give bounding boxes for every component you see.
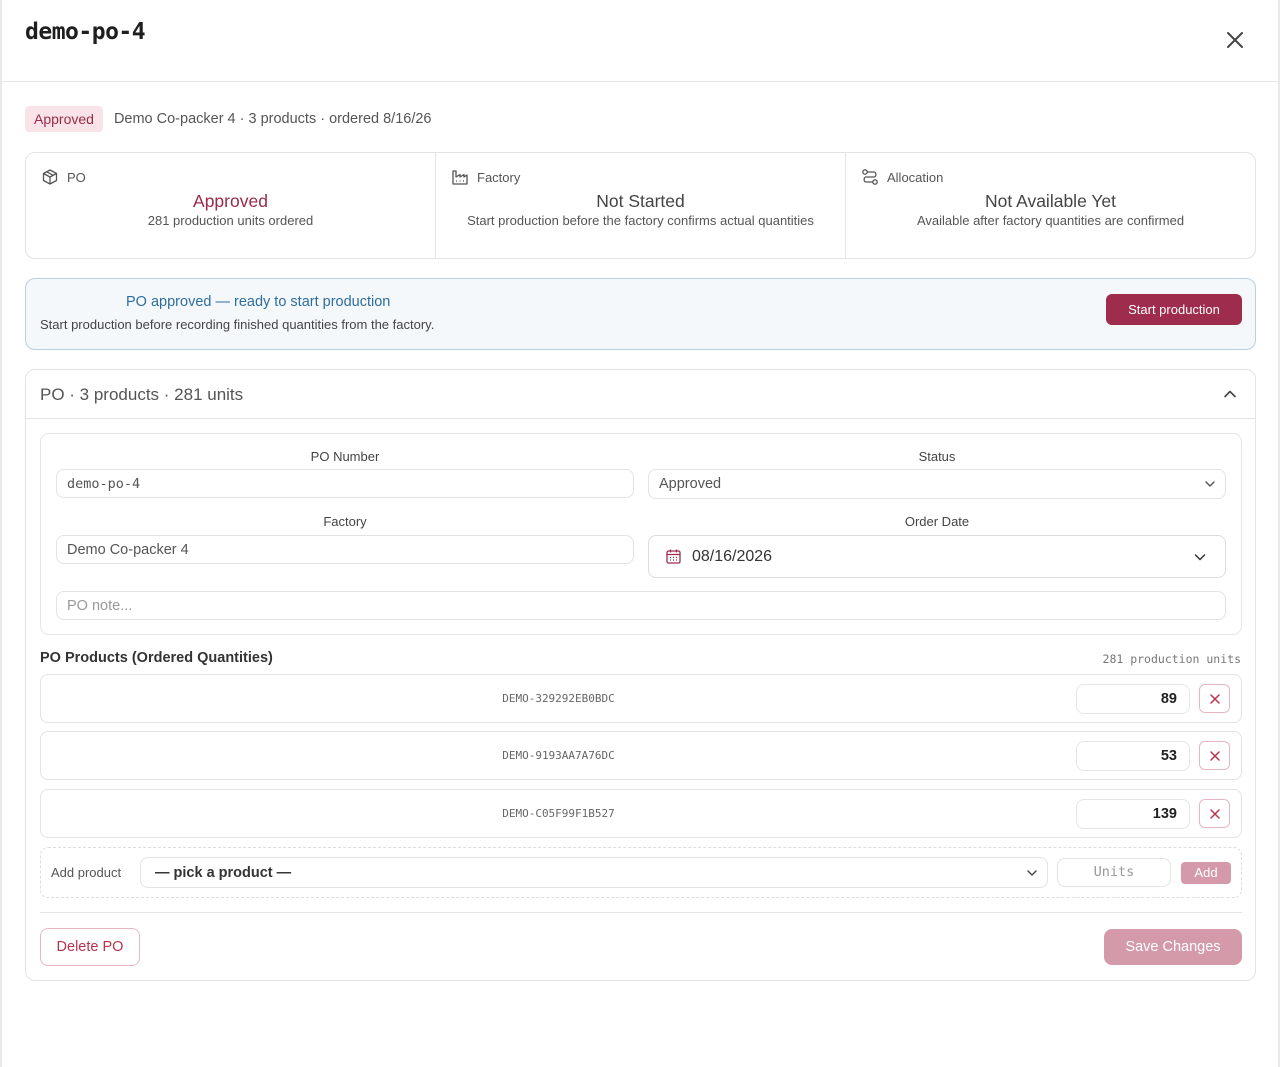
page-title: demo-po-4	[25, 19, 146, 45]
order-date-picker[interactable]: 08/16/2026	[648, 535, 1226, 578]
po-summary: Approved Demo Co-packer 4 · 3 products ·…	[25, 106, 432, 132]
card-description: Available after factory quantities are c…	[916, 213, 1185, 228]
package-icon	[42, 169, 58, 185]
po-note-input[interactable]: PO note...	[56, 591, 1226, 620]
card-label: Allocation	[887, 169, 944, 185]
modal-left-edge	[0, 0, 2, 1067]
close-icon	[1227, 32, 1243, 48]
banner-title: PO approved — ready to start production	[126, 294, 391, 310]
po-section: PO · 3 products · 281 units PO Number de…	[25, 369, 1256, 981]
quantity-input[interactable]: 53	[1076, 741, 1190, 771]
status-badge: Approved	[25, 106, 103, 132]
add-product-row: Add product — pick a product — Units Add	[40, 847, 1242, 898]
status-cards: PO Approved 281 production units ordered…	[25, 152, 1256, 259]
quantity-input[interactable]: 89	[1076, 684, 1190, 714]
factory-input[interactable]: Demo Co-packer 4	[56, 535, 634, 564]
status-select[interactable]: Approved	[648, 469, 1226, 499]
card-status: Not Started	[596, 191, 685, 211]
quantity-input[interactable]: 139	[1076, 799, 1190, 829]
card-label: PO	[67, 169, 86, 185]
calendar-icon	[666, 549, 681, 564]
factory-card: Factory Not Started Start production bef…	[435, 153, 845, 258]
save-changes-button[interactable]: Save Changes	[1104, 929, 1242, 965]
status-label: Status	[918, 449, 956, 464]
order-date-value: 08/16/2026	[692, 547, 773, 565]
remove-product-button[interactable]	[1199, 741, 1230, 770]
factory-icon	[452, 170, 468, 185]
chevron-up-icon[interactable]	[1223, 387, 1237, 401]
chevron-down-icon	[1205, 481, 1215, 487]
product-sku: DEMO-9193AA7A76DC	[502, 749, 615, 762]
factory-value: Demo Co-packer 4	[67, 541, 189, 558]
po-card: PO Approved 281 production units ordered	[26, 153, 435, 258]
status-value: Approved	[659, 476, 722, 492]
close-icon	[1209, 808, 1220, 819]
product-sku: DEMO-329292EB0BDC	[502, 692, 615, 705]
products-title: PO Products (Ordered Quantities)	[40, 650, 273, 666]
remove-product-button[interactable]	[1199, 684, 1230, 713]
card-description: Start production before the factory conf…	[467, 213, 814, 228]
products-total: 281 production units	[1102, 652, 1241, 666]
modal-header: demo-po-4	[2, 0, 1278, 82]
remove-product-button[interactable]	[1199, 799, 1230, 828]
product-row: DEMO-9193AA7A76DC 53	[40, 731, 1242, 780]
po-form: PO Number demo-po-4 Status Approved Fact…	[40, 433, 1242, 635]
add-product-button[interactable]: Add	[1181, 862, 1231, 884]
product-row: DEMO-329292EB0BDC 89	[40, 674, 1242, 723]
card-description: 281 production units ordered	[147, 213, 314, 228]
chevron-down-icon	[1194, 553, 1206, 560]
banner-subtitle: Start production before recording finish…	[40, 317, 435, 332]
product-select[interactable]: — pick a product —	[140, 857, 1048, 888]
allocation-card: Allocation Not Available Yet Available a…	[845, 153, 1255, 258]
start-production-button[interactable]: Start production	[1106, 294, 1242, 325]
summary-text: Demo Co-packer 4 · 3 products · ordered …	[113, 111, 432, 127]
card-status: Approved	[193, 191, 268, 211]
product-row: DEMO-C05F99F1B527 139	[40, 789, 1242, 838]
product-select-value: — pick a product —	[155, 864, 292, 881]
production-banner: PO approved — ready to start production …	[25, 278, 1256, 350]
units-input[interactable]: Units	[1057, 858, 1171, 887]
close-button[interactable]	[1224, 29, 1246, 51]
product-sku: DEMO-C05F99F1B527	[502, 807, 615, 820]
allocation-icon	[862, 169, 878, 185]
chevron-down-icon	[1027, 869, 1037, 876]
po-number-label: PO Number	[310, 449, 380, 464]
factory-label: Factory	[323, 514, 367, 529]
close-icon	[1209, 693, 1220, 704]
order-date-label: Order Date	[904, 514, 970, 529]
add-product-label: Add product	[51, 865, 122, 880]
close-icon	[1209, 750, 1220, 761]
card-label: Factory	[477, 169, 521, 185]
card-status: Not Available Yet	[984, 191, 1117, 211]
section-header[interactable]: PO · 3 products · 281 units	[26, 370, 1255, 419]
delete-po-button[interactable]: Delete PO	[40, 928, 140, 966]
section-title: PO · 3 products · 281 units	[40, 385, 244, 404]
po-number-value: demo-po-4	[67, 475, 141, 492]
divider	[40, 912, 1242, 913]
po-note-placeholder: PO note...	[67, 597, 133, 614]
po-number-input[interactable]: demo-po-4	[56, 469, 634, 498]
